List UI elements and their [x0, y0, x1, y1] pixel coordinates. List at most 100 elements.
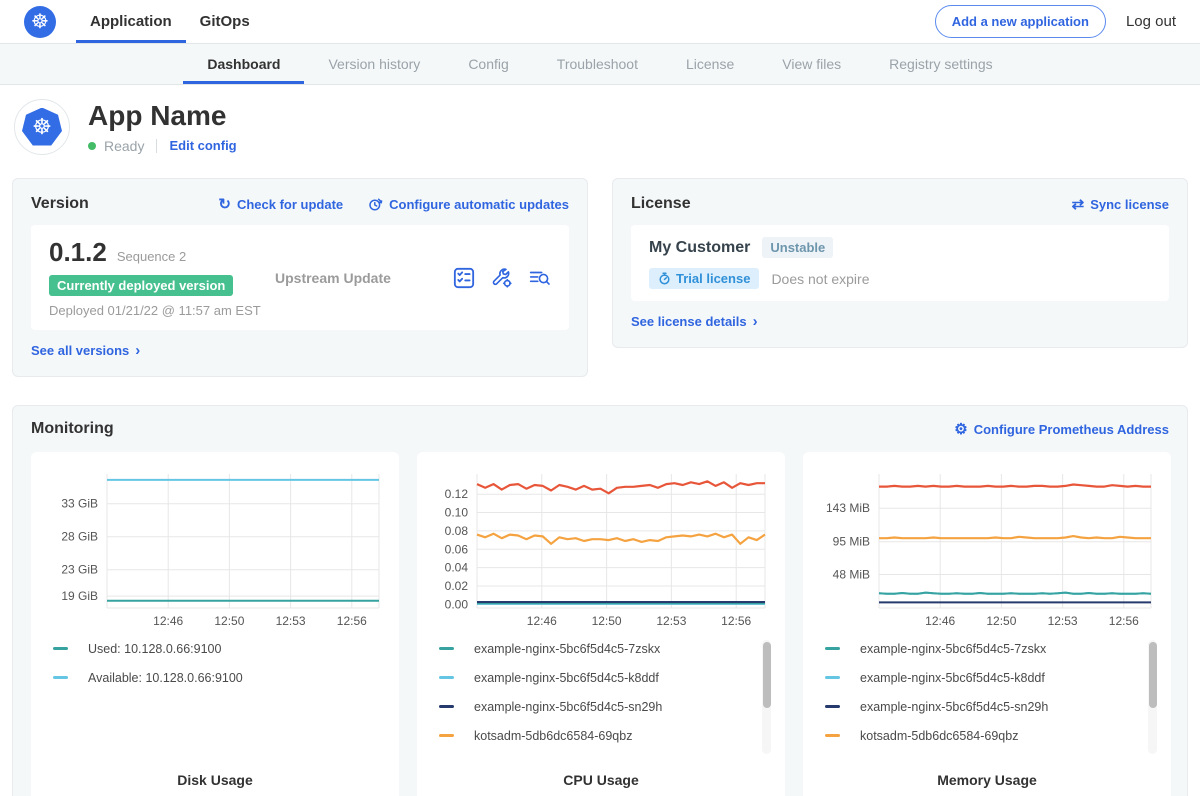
legend-color-dash — [825, 676, 840, 679]
legend-label: example-nginx-5bc6f5d4c5-sn29h — [474, 700, 662, 714]
customer-name: My Customer — [649, 239, 750, 257]
gear-icon: ⚙ — [954, 422, 967, 437]
memory-usage-chart: 12:4612:5012:5312:56143 MiB95 MiB48 MiB — [817, 464, 1157, 632]
configure-prometheus-link[interactable]: ⚙ Configure Prometheus Address — [954, 422, 1169, 437]
divider — [156, 139, 157, 153]
see-license-details-link[interactable]: See license details › — [631, 313, 758, 330]
legend-label: example-nginx-5bc6f5d4c5-k8ddf — [474, 671, 659, 685]
app-avatar: ☸ — [14, 99, 70, 155]
logout-button[interactable]: Log out — [1126, 13, 1176, 30]
subnav-item-config[interactable]: Config — [444, 44, 532, 84]
svg-text:12:50: 12:50 — [986, 614, 1016, 628]
cpu-usage-chart: 12:4612:5012:5312:560.120.100.080.060.04… — [431, 464, 771, 632]
subnav-item-view-files[interactable]: View files — [758, 44, 865, 84]
svg-text:12:53: 12:53 — [1048, 614, 1078, 628]
cpu-usage-legend: example-nginx-5bc6f5d4c5-7zskx example-ng… — [431, 640, 771, 758]
legend-color-dash — [825, 705, 840, 708]
status-dot — [88, 142, 96, 150]
top-navbar: ☸ ApplicationGitOps Add a new applicatio… — [0, 0, 1200, 43]
current-version-panel: 0.1.2 Sequence 2 Currently deployed vers… — [31, 225, 569, 330]
legend-color-dash — [439, 734, 454, 737]
license-panel: My Customer Unstable Trial license Does … — [631, 225, 1169, 301]
legend-label: example-nginx-5bc6f5d4c5-7zskx — [860, 642, 1046, 656]
configure-automatic-updates-link[interactable]: Configure automatic updates — [367, 196, 569, 212]
currently-deployed-badge: Currently deployed version — [49, 275, 233, 296]
subnav-item-dashboard[interactable]: Dashboard — [183, 44, 304, 84]
svg-text:23 GiB: 23 GiB — [61, 563, 98, 577]
version-card: Version ↻ Check for update Configure aut… — [12, 178, 588, 377]
legend-scrollbar[interactable] — [1148, 640, 1157, 754]
legend-color-dash — [439, 705, 454, 708]
license-type-badge: Trial license — [649, 268, 759, 289]
legend-scrollbar-thumb[interactable] — [1149, 642, 1157, 708]
sync-arrows-icon: ⇄ — [1072, 197, 1085, 212]
kubernetes-logo[interactable]: ☸ — [24, 0, 56, 43]
legend-color-dash — [53, 647, 68, 650]
svg-text:95 MiB: 95 MiB — [833, 535, 870, 549]
page-title: App Name — [88, 100, 237, 132]
kubernetes-logo-icon: ☸ — [24, 6, 56, 38]
legend-item: Available: 10.128.0.66:9100 — [53, 669, 367, 686]
svg-text:33 GiB: 33 GiB — [61, 497, 98, 511]
svg-text:0.02: 0.02 — [445, 579, 469, 593]
subnav-item-registry-settings[interactable]: Registry settings — [865, 44, 1016, 84]
legend-label: Used: 10.128.0.66:9100 — [88, 642, 221, 656]
version-number: 0.1.2 — [49, 237, 107, 268]
see-all-versions-link[interactable]: See all versions › — [31, 342, 140, 359]
chevron-right-icon: › — [753, 313, 758, 330]
topnav-tabs: ApplicationGitOps — [76, 0, 264, 43]
charts-row: 12:4612:5012:5312:5633 GiB28 GiB23 GiB19… — [31, 452, 1169, 796]
legend-item: Used: 10.128.0.66:9100 — [53, 640, 367, 657]
add-new-application-button[interactable]: Add a new application — [935, 5, 1106, 38]
legend-item: kotsadm-5db6dc6584-69qbz — [825, 727, 1139, 744]
config-wrench-icon[interactable] — [491, 267, 513, 289]
svg-text:12:46: 12:46 — [153, 614, 183, 628]
svg-text:0.00: 0.00 — [445, 597, 469, 611]
svg-text:12:50: 12:50 — [592, 614, 622, 628]
svg-text:0.04: 0.04 — [445, 561, 469, 575]
svg-text:28 GiB: 28 GiB — [61, 530, 98, 544]
sync-license-link[interactable]: ⇄ Sync license — [1072, 197, 1169, 212]
legend-item: example-nginx-5bc6f5d4c5-7zskx — [825, 640, 1139, 657]
legend-label: example-nginx-5bc6f5d4c5-k8ddf — [860, 671, 1045, 685]
clock-refresh-icon — [367, 196, 383, 212]
legend-item: example-nginx-5bc6f5d4c5-7zskx — [439, 640, 753, 657]
svg-text:0.12: 0.12 — [445, 487, 469, 501]
version-source-label: Upstream Update — [267, 270, 453, 286]
preflight-checks-icon[interactable] — [453, 267, 475, 289]
disk-usage-chart: 12:4612:5012:5312:5633 GiB28 GiB23 GiB19… — [45, 464, 385, 632]
svg-text:143 MiB: 143 MiB — [826, 501, 870, 515]
chevron-right-icon: › — [135, 342, 140, 359]
chart-panel-disk-usage: 12:4612:5012:5312:5633 GiB28 GiB23 GiB19… — [31, 452, 399, 796]
check-for-update-link[interactable]: ↻ Check for update — [218, 196, 343, 212]
license-expiry: Does not expire — [771, 271, 869, 287]
subnav-item-version-history[interactable]: Version history — [304, 44, 444, 84]
license-card: License ⇄ Sync license My Customer Unsta… — [612, 178, 1188, 348]
disk-usage-legend: Used: 10.128.0.66:9100 Available: 10.128.… — [45, 640, 385, 758]
svg-text:0.10: 0.10 — [445, 506, 469, 520]
svg-text:12:53: 12:53 — [656, 614, 686, 628]
subnav-item-troubleshoot[interactable]: Troubleshoot — [533, 44, 662, 84]
refresh-icon: ↻ — [218, 197, 231, 212]
legend-scrollbar[interactable] — [762, 640, 771, 754]
svg-text:12:46: 12:46 — [527, 614, 557, 628]
legend-label: kotsadm-5db6dc6584-69qbz — [860, 729, 1018, 743]
topnav-tab-application[interactable]: Application — [76, 0, 186, 43]
subnav-item-license[interactable]: License — [662, 44, 758, 84]
monitoring-card: Monitoring ⚙ Configure Prometheus Addres… — [12, 405, 1188, 796]
svg-text:12:53: 12:53 — [276, 614, 306, 628]
svg-text:48 MiB: 48 MiB — [833, 568, 870, 582]
memory-usage-legend: example-nginx-5bc6f5d4c5-7zskx example-ng… — [817, 640, 1157, 758]
edit-config-link[interactable]: Edit config — [169, 138, 236, 153]
legend-item: example-nginx-5bc6f5d4c5-k8ddf — [825, 669, 1139, 686]
svg-text:0.06: 0.06 — [445, 542, 469, 556]
svg-text:12:56: 12:56 — [721, 614, 751, 628]
topnav-tab-gitops[interactable]: GitOps — [186, 0, 264, 43]
deploy-logs-icon[interactable] — [529, 267, 551, 289]
chart-panel-memory-usage: 12:4612:5012:5312:56143 MiB95 MiB48 MiBe… — [803, 452, 1171, 796]
version-card-title: Version — [31, 195, 89, 213]
legend-scrollbar-thumb[interactable] — [763, 642, 771, 708]
monitoring-title: Monitoring — [31, 420, 114, 438]
svg-text:12:46: 12:46 — [925, 614, 955, 628]
app-subnav: DashboardVersion historyConfigTroublesho… — [0, 43, 1200, 85]
